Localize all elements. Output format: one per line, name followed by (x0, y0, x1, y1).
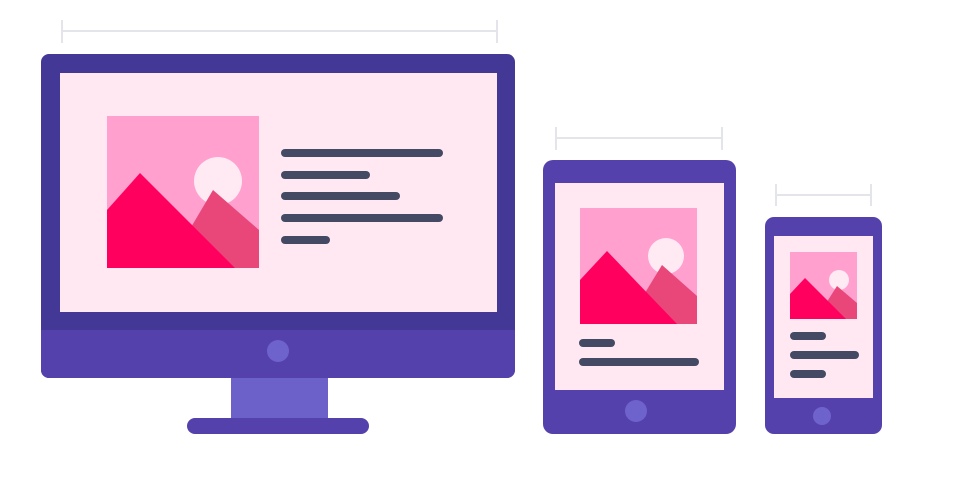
phone-image-placeholder-icon (790, 252, 857, 319)
responsive-devices-illustration (0, 0, 956, 502)
tablet-device (543, 127, 736, 434)
monitor-stand-neck (231, 376, 328, 422)
tablet-width-indicator-icon (555, 127, 723, 150)
monitor-power-button-icon (267, 340, 289, 362)
monitor-stand-base (187, 418, 369, 434)
illustration-canvas (41, 20, 882, 434)
phone-device (765, 184, 882, 434)
phone-image-sun (829, 270, 849, 290)
desktop-monitor (41, 20, 515, 434)
phone-home-button-icon (813, 407, 831, 425)
tablet-home-button-icon (625, 400, 647, 422)
desktop-image-placeholder-icon (107, 116, 259, 268)
tablet-image-placeholder-icon (580, 208, 697, 324)
phone-width-indicator-icon (775, 184, 872, 206)
desktop-width-indicator-icon (61, 20, 498, 43)
